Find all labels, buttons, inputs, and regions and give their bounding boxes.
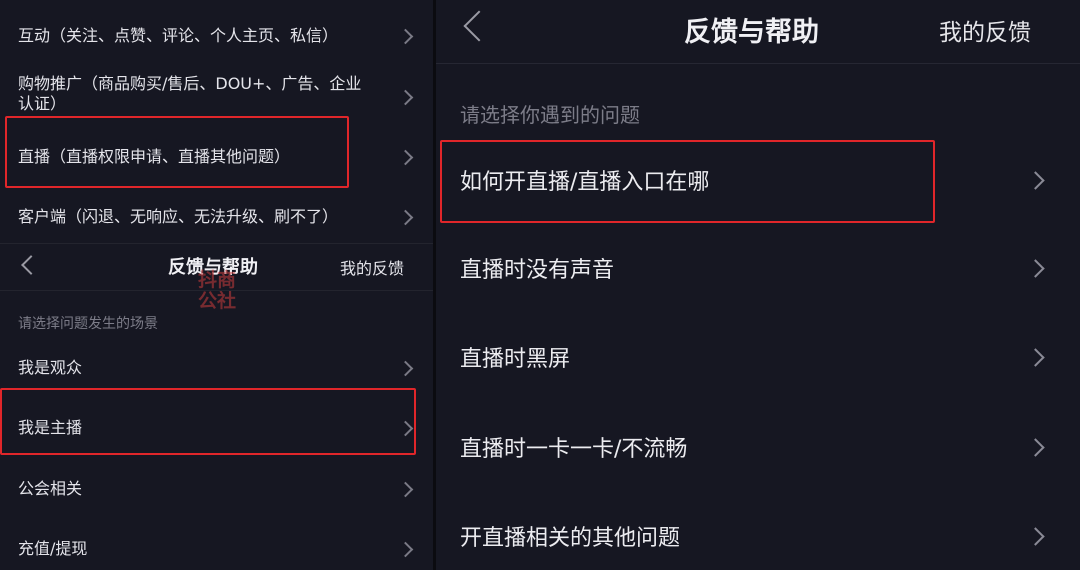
question-item-other-live-issues[interactable]: 开直播相关的其他问题 (436, 519, 1080, 553)
chevron-right-icon (397, 89, 414, 106)
list-item-guild[interactable]: 公会相关 (0, 475, 433, 503)
highlight-box-streamer (0, 388, 416, 455)
chevron-right-icon (397, 28, 414, 45)
chevron-right-icon (397, 541, 414, 558)
chevron-right-icon (397, 149, 414, 166)
list-item-label-line2: 认证） (18, 94, 67, 113)
chevron-right-icon (1026, 348, 1045, 367)
watermark-line2: 公社 (197, 290, 236, 312)
list-item-label: 互动（关注、点赞、评论、个人主页、私信） (18, 26, 339, 45)
highlight-box-how-to-start-live (440, 140, 935, 223)
list-item-interaction[interactable]: 互动（关注、点赞、评论、个人主页、私信） (0, 22, 433, 50)
divider (0, 243, 433, 244)
question-label: 直播时没有声音 (460, 258, 615, 283)
highlight-box-live (5, 116, 349, 188)
watermark-logo: 抖商 公社 (186, 270, 248, 314)
list-item-label-line1: 购物推广（商品购买/售后、DOU+、广告、企业 (18, 74, 362, 93)
question-item-lagging[interactable]: 直播时一卡一卡/不流畅 (436, 430, 1080, 464)
chevron-right-icon (1026, 527, 1045, 546)
left-screenshot-panel: 互动（关注、点赞、评论、个人主页、私信） 购物推广（商品购买/售后、DOU+、广… (0, 0, 433, 570)
list-item-label: 我是观众 (18, 358, 83, 377)
watermark-line1: 抖商 (197, 269, 236, 291)
section-label: 请选择你遇到的问题 (460, 103, 640, 127)
right-screenshot-panel: 反馈与帮助 我的反馈 请选择你遇到的问题 如何开直播/直播入口在哪 直播时没有声… (436, 0, 1080, 570)
list-item-label: 公会相关 (18, 479, 83, 498)
question-item-black-screen[interactable]: 直播时黑屏 (436, 340, 1080, 374)
back-icon[interactable] (463, 10, 495, 42)
list-item-client[interactable]: 客户端（闪退、无响应、无法升级、刷不了） (0, 203, 433, 231)
section-label: 请选择问题发生的场景 (18, 316, 158, 332)
list-item-label-block: 购物推广（商品购买/售后、DOU+、广告、企业 认证） (18, 74, 361, 114)
back-icon[interactable] (21, 255, 41, 275)
chevron-right-icon (1026, 438, 1045, 457)
question-item-no-sound[interactable]: 直播时没有声音 (436, 251, 1080, 285)
my-feedback-link[interactable]: 我的反馈 (340, 255, 404, 279)
chevron-right-icon (397, 209, 414, 226)
chevron-right-icon (1026, 171, 1045, 190)
list-item-shopping[interactable]: 购物推广（商品购买/售后、DOU+、广告、企业 认证） (0, 74, 433, 118)
chevron-right-icon (397, 481, 414, 498)
list-item-label: 充值/提现 (18, 539, 88, 558)
question-label: 开直播相关的其他问题 (460, 526, 681, 551)
divider (0, 290, 433, 291)
divider (436, 63, 1080, 64)
chevron-right-icon (1026, 259, 1045, 278)
list-item-viewer[interactable]: 我是观众 (0, 354, 433, 382)
my-feedback-link[interactable]: 我的反馈 (939, 13, 1031, 47)
list-item-label: 客户端（闪退、无响应、无法升级、刷不了） (18, 207, 339, 226)
list-item-recharge[interactable]: 充值/提现 (0, 535, 433, 563)
page-title: 反馈与帮助 (684, 17, 819, 48)
question-label: 直播时一卡一卡/不流畅 (460, 437, 688, 462)
chevron-right-icon (397, 360, 414, 377)
question-label: 直播时黑屏 (460, 347, 571, 372)
